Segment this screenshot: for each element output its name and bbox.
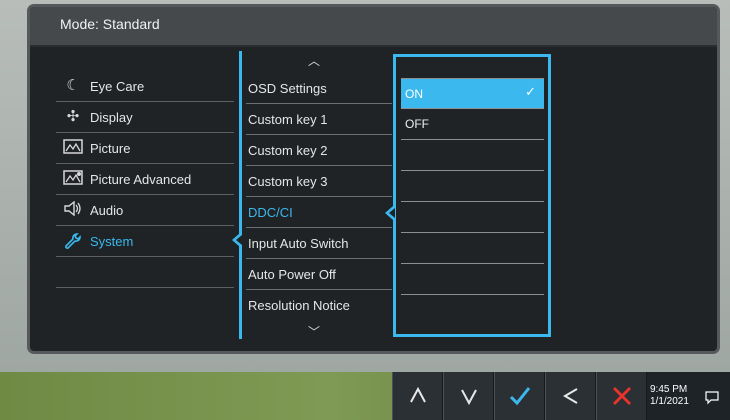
picture-icon [60, 139, 86, 157]
category-label: Eye Care [90, 78, 145, 94]
eye-care-icon: ☾ [66, 77, 80, 94]
value-on[interactable]: ON ✓ [401, 79, 544, 108]
option-resolution-notice[interactable]: Resolution Notice [245, 290, 393, 320]
options-border [239, 51, 242, 339]
back-key[interactable] [545, 372, 596, 420]
category-label: Audio [90, 202, 124, 218]
up-key[interactable] [392, 372, 443, 420]
time-label: 9:45 PM [650, 384, 688, 395]
option-custom-key-2[interactable]: Custom key 2 [245, 135, 393, 165]
notification-icon[interactable] [705, 391, 719, 408]
audio-icon [60, 200, 86, 219]
category-audio[interactable]: Audio [52, 195, 230, 225]
divider [401, 201, 544, 202]
picture-advanced-icon [60, 170, 86, 188]
selection-notch-inner [236, 235, 242, 245]
option-label: Resolution Notice [248, 297, 350, 313]
category-label: Display [90, 109, 133, 125]
category-eye-care[interactable]: ☾ Eye Care [52, 71, 230, 101]
chevron-down-icon [460, 389, 477, 406]
taskbar-clock[interactable]: 9:45 PM 1/1/2021 [650, 384, 700, 408]
option-ddc-ci[interactable]: DDC/CI [245, 197, 393, 227]
option-label: Auto Power Off [248, 266, 336, 282]
option-label: Custom key 3 [248, 173, 328, 189]
exit-key[interactable] [596, 372, 647, 420]
checkmark-icon [509, 387, 530, 406]
scroll-down-icon[interactable]: ﹀ [308, 323, 320, 340]
category-label: Picture [90, 140, 131, 156]
divider [401, 263, 544, 264]
system-wrench-icon [60, 232, 86, 250]
value-panel: ON ✓ OFF [385, 54, 551, 337]
scroll-up-icon[interactable]: ︿ [308, 52, 320, 69]
osd-header: Mode: Standard [30, 7, 717, 47]
option-osd-settings[interactable]: OSD Settings [245, 73, 393, 103]
divider [56, 256, 234, 257]
option-custom-key-1[interactable]: Custom key 1 [245, 104, 393, 134]
chevron-up-icon [409, 386, 426, 403]
confirm-key[interactable] [494, 372, 545, 420]
divider [401, 139, 544, 140]
option-label: Custom key 1 [248, 111, 328, 127]
category-picture[interactable]: Picture [52, 133, 230, 163]
value-off[interactable]: OFF [401, 109, 544, 138]
option-label: Input Auto Switch [248, 235, 349, 251]
osd-menu: Mode: Standard ☾ Eye Care ✣ Display Pict… [27, 4, 720, 354]
divider [401, 294, 544, 295]
value-label: ON [405, 86, 423, 101]
option-label: Custom key 2 [248, 142, 328, 158]
divider [56, 287, 234, 288]
option-auto-power-off[interactable]: Auto Power Off [245, 259, 393, 289]
checkmark-icon: ✓ [525, 84, 536, 99]
category-picture-advanced[interactable]: Picture Advanced [52, 164, 230, 194]
category-label: Picture Advanced [90, 171, 192, 187]
option-label: OSD Settings [248, 80, 327, 96]
display-icon: ✣ [66, 108, 80, 125]
category-display[interactable]: ✣ Display [52, 102, 230, 132]
category-label: System [90, 233, 134, 249]
down-key[interactable] [443, 372, 494, 420]
option-custom-key-3[interactable]: Custom key 3 [245, 166, 393, 196]
option-input-auto-switch[interactable]: Input Auto Switch [245, 228, 393, 258]
divider [401, 232, 544, 233]
option-label: DDC/CI [248, 204, 293, 220]
value-label: OFF [405, 116, 429, 131]
divider [401, 170, 544, 171]
date-label: 1/1/2021 [650, 396, 689, 407]
value-notch-inner [389, 208, 395, 218]
hardware-key-bar [392, 372, 647, 420]
mode-label: Mode: Standard [60, 16, 160, 32]
chevron-left-icon [562, 388, 578, 404]
category-system[interactable]: System [52, 226, 230, 256]
close-icon [612, 386, 631, 406]
